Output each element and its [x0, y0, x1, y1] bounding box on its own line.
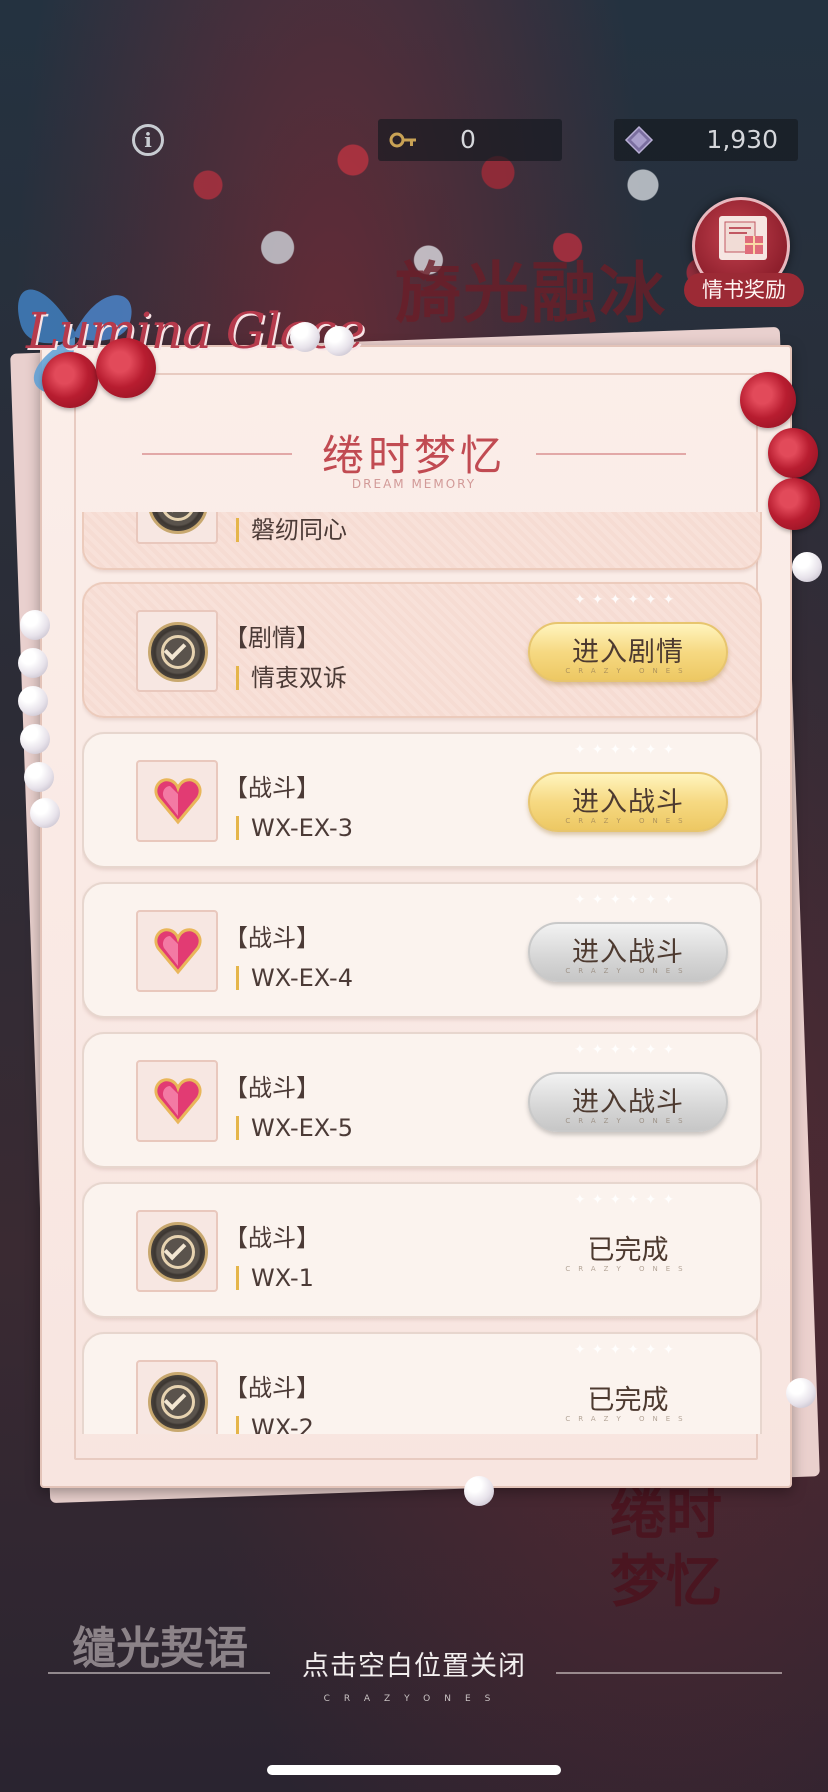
sparkle-decoration: ✦✦✦✦✦✦ — [574, 1342, 681, 1358]
entry-name: WX-2 — [236, 1416, 314, 1434]
entry-type: 【战斗】 — [224, 1374, 320, 1402]
list-item: ✦✦✦✦✦✦ 【战斗】 WX-EX-3 进入战斗 CRAZY ONES — [82, 732, 762, 868]
rose-decoration — [42, 352, 98, 408]
list-item: 磐纫同心 — [82, 512, 762, 570]
info-icon[interactable]: i — [132, 124, 164, 156]
button-watermark: CRAZY ONES — [565, 1117, 691, 1125]
enter-battle-button[interactable]: 进入战斗 CRAZY ONES — [528, 1072, 728, 1132]
sparkle-decoration: ✦✦✦✦✦✦ — [574, 742, 681, 758]
button-label: 进入战斗 — [572, 1087, 684, 1118]
enter-battle-button[interactable]: 进入战斗 CRAZY ONES — [528, 922, 728, 982]
panel-title: 绻时梦忆 — [321, 431, 506, 480]
check-medal-icon — [148, 1222, 208, 1282]
close-hint-watermark: CRAZYONES — [323, 1694, 505, 1704]
pearl-decoration — [464, 1476, 494, 1506]
button-watermark: CRAZY ONES — [565, 667, 691, 675]
key-count: 0 — [460, 125, 476, 154]
list-item: ✦✦✦✦✦✦ 【战斗】 WX-EX-5 进入战斗 CRAZY ONES — [82, 1032, 762, 1168]
list-item: ✦✦✦✦✦✦ 【战斗】 WX-EX-4 进入战斗 CRAZY ONES — [82, 882, 762, 1018]
list-item: ✦✦✦✦✦✦ 【战斗】 WX-2 已完成 CRAZY ONES — [82, 1332, 762, 1434]
pearl-decoration — [20, 610, 50, 640]
rose-decoration — [96, 338, 156, 398]
entry-icon — [136, 910, 218, 992]
list-item: ✦✦✦✦✦✦ 【战斗】 WX-1 已完成 CRAZY ONES — [82, 1182, 762, 1318]
entry-type: 【战斗】 — [224, 774, 320, 802]
background-event-title-art: 旖光融冰 — [395, 254, 667, 332]
memory-list[interactable]: 磐纫同心 ✦✦✦✦✦✦ 【剧情】 情衷双诉 进入剧情 CRAZY ONES ✦✦… — [82, 512, 762, 1434]
heart-gem-icon — [154, 928, 202, 975]
check-medal-icon — [148, 512, 208, 534]
pearl-decoration — [792, 552, 822, 582]
pearl-decoration — [18, 648, 48, 678]
sparkle-decoration: ✦✦✦✦✦✦ — [574, 592, 681, 608]
key-icon — [389, 132, 416, 148]
sparkle-decoration: ✦✦✦✦✦✦ — [574, 892, 681, 908]
entry-name: 情衷双诉 — [236, 666, 347, 690]
pearl-decoration — [30, 798, 60, 828]
entry-icon — [136, 1060, 218, 1142]
rose-decoration — [740, 372, 796, 428]
entry-type: 【战斗】 — [224, 1224, 320, 1252]
pearl-decoration — [18, 686, 48, 716]
gem-count: 1,930 — [706, 125, 778, 154]
completed-status: 已完成 CRAZY ONES — [528, 1372, 728, 1432]
entry-icon — [136, 610, 218, 692]
entry-icon — [136, 1360, 218, 1434]
status-watermark: CRAZY ONES — [565, 1265, 691, 1273]
sparkle-decoration: ✦✦✦✦✦✦ — [574, 1042, 681, 1058]
status-label: 已完成 — [587, 1385, 669, 1416]
check-medal-icon — [148, 622, 208, 682]
key-counter: 0 — [378, 119, 562, 161]
sparkle-decoration: ✦✦✦✦✦✦ — [574, 1192, 681, 1208]
reward-label[interactable]: 情书奖励 — [684, 273, 804, 307]
entry-name: 磐纫同心 — [236, 518, 347, 542]
tap-to-close-hint[interactable]: 点击空白位置关闭 — [0, 1644, 828, 1683]
entry-name: WX-EX-4 — [236, 966, 353, 990]
entry-type: 【战斗】 — [224, 924, 320, 952]
enter-story-button[interactable]: 进入剧情 CRAZY ONES — [528, 622, 728, 682]
panel-subtitle: DREAM MEMORY — [351, 477, 477, 491]
check-medal-icon — [148, 1372, 208, 1432]
pearl-decoration — [20, 724, 50, 754]
pearl-decoration — [324, 326, 354, 356]
entry-name: WX-1 — [236, 1266, 314, 1290]
gem-counter: 1,930 — [614, 119, 798, 161]
entry-icon — [136, 1210, 218, 1292]
completed-status: 已完成 CRAZY ONES — [528, 1222, 728, 1282]
background-event-title-art-2: 绻时 梦忆 — [610, 1481, 722, 1615]
button-label: 进入战斗 — [572, 937, 684, 968]
pearl-decoration — [290, 322, 320, 352]
entry-type: 【剧情】 — [224, 624, 320, 652]
heart-gem-icon — [154, 1078, 202, 1125]
gift-envelope-icon — [719, 216, 767, 260]
button-label: 进入战斗 — [572, 787, 684, 818]
status-watermark: CRAZY ONES — [565, 1415, 691, 1423]
gem-icon — [624, 125, 654, 155]
list-item: ✦✦✦✦✦✦ 【剧情】 情衷双诉 进入剧情 CRAZY ONES — [82, 582, 762, 718]
status-label: 已完成 — [587, 1235, 669, 1266]
enter-battle-button[interactable]: 进入战斗 CRAZY ONES — [528, 772, 728, 832]
pearl-decoration — [24, 762, 54, 792]
entry-icon — [136, 760, 218, 842]
button-label: 进入剧情 — [572, 637, 684, 668]
entry-icon — [136, 512, 218, 544]
pearl-decoration — [786, 1378, 816, 1408]
home-indicator[interactable] — [267, 1765, 561, 1775]
button-watermark: CRAZY ONES — [565, 817, 691, 825]
heart-gem-icon — [154, 778, 202, 825]
entry-name: WX-EX-3 — [236, 816, 353, 840]
button-watermark: CRAZY ONES — [565, 967, 691, 975]
entry-type: 【战斗】 — [224, 1074, 320, 1102]
entry-name: WX-EX-5 — [236, 1116, 353, 1140]
